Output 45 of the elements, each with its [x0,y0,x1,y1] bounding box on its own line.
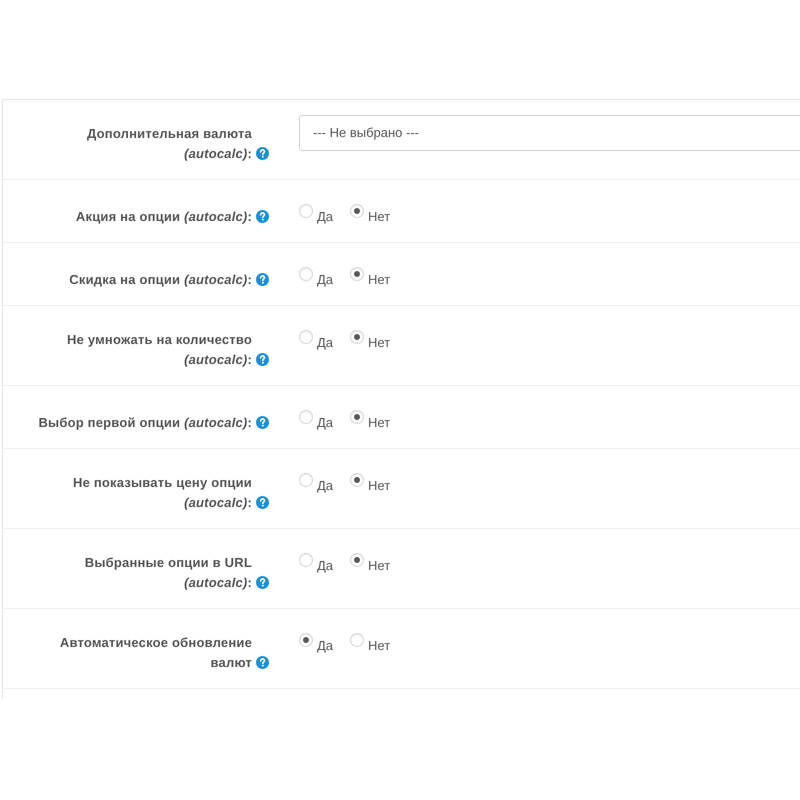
field-label: Выбор первой опции (autocalc): [38,414,252,432]
radio-label[interactable]: Нет [368,556,390,576]
help-icon[interactable] [256,416,269,429]
radio-label[interactable]: Да [317,636,334,656]
radio-button[interactable] [350,410,364,424]
radio-label[interactable]: Да [317,270,334,290]
radio-label[interactable]: Нет [368,207,390,227]
radio-button[interactable] [299,330,313,344]
radio-button[interactable] [299,553,313,567]
field-label: Не умножать на количество (autocalc): [66,331,252,369]
radio-label[interactable]: Нет [368,270,390,290]
field-label: Скидка на опции (autocalc): [69,271,252,289]
radio-button[interactable] [350,204,364,218]
radio-button[interactable] [350,633,364,647]
help-icon[interactable] [256,353,269,366]
radio-button[interactable] [350,473,364,487]
field-label: Дополнительная валюта (autocalc): [86,125,252,163]
help-icon[interactable] [256,496,269,509]
radio-label[interactable]: Нет [368,636,390,656]
radio-button[interactable] [299,410,313,424]
radio-label[interactable]: Да [317,476,334,496]
radio-label[interactable]: Да [317,556,334,576]
radio-label[interactable]: Да [317,207,334,227]
radio-button[interactable] [299,473,313,487]
field-label: Акция на опции (autocalc): [76,208,252,226]
radio-label[interactable]: Да [317,333,334,353]
help-icon[interactable] [256,147,269,160]
radio-label[interactable]: Нет [368,333,390,353]
currency-select[interactable]: --- Не выбрано --- [299,115,800,151]
help-icon[interactable] [256,576,269,589]
radio-button[interactable] [350,553,364,567]
field-label: Выбранные опции в URL (autocalc): [84,554,252,592]
radio-label[interactable]: Да [317,413,334,433]
radio-button[interactable] [299,204,313,218]
help-icon[interactable] [256,273,269,286]
field-label: Автоматическое обновление валют [58,634,252,672]
radio-label[interactable]: Нет [368,476,390,496]
field-label: Не показывать цену опции (autocalc): [72,474,252,512]
radio-button[interactable] [350,267,364,281]
radio-button[interactable] [299,633,313,647]
help-icon[interactable] [256,656,269,669]
radio-label[interactable]: Нет [368,413,390,433]
help-icon[interactable] [256,210,269,223]
radio-button[interactable] [350,330,364,344]
radio-button[interactable] [299,267,313,281]
